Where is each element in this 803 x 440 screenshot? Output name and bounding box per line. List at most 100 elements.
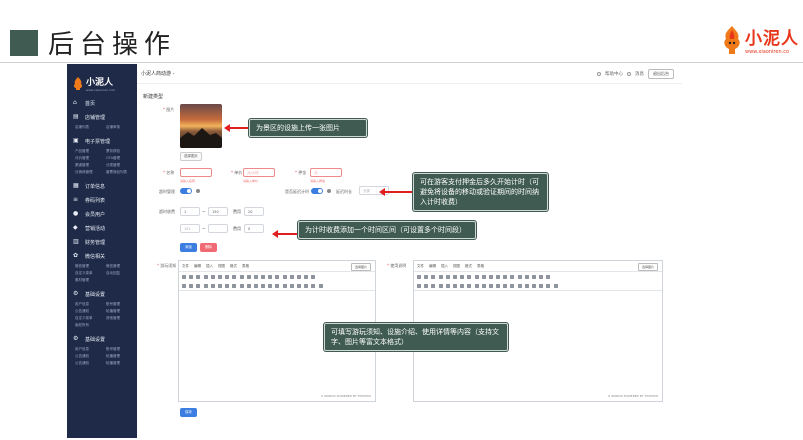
- editor-divider: [179, 271, 375, 272]
- mascot-icon: [724, 25, 740, 54]
- sidebar-subitem[interactable]: 评价管理: [75, 156, 106, 161]
- editor-toolbar-row1[interactable]: [182, 274, 372, 279]
- sidebar-item-label: 财务管理: [85, 239, 106, 246]
- editor-menu-item[interactable]: 格式: [230, 264, 237, 269]
- topbar-actions: 帮助中心 消息 退出后台: [597, 69, 674, 79]
- brand-logo: 小泥人 www.xiaoniren.co: [721, 24, 799, 55]
- price-error: 请输入单价: [243, 179, 259, 183]
- sidebar-subitem[interactable]: 轮播管理: [106, 354, 137, 359]
- sidebar-item[interactable]: ▥ 财务管理: [67, 235, 137, 249]
- editor-menu: 文件 编辑 插入 视图 格式 表格: [417, 264, 484, 269]
- editor-menu-item[interactable]: 视图: [218, 264, 225, 269]
- sidebar-item[interactable]: ✿ 微信相关: [67, 249, 137, 263]
- editor-menu-item[interactable]: 编辑: [429, 264, 436, 269]
- sidebar-subitem[interactable]: 公告通知: [75, 361, 106, 366]
- editor-menu-item[interactable]: 表格: [477, 264, 484, 269]
- timeout-toggle[interactable]: [180, 188, 192, 194]
- help-icon[interactable]: [327, 189, 331, 193]
- sidebar-subitem[interactable]: 公告通知: [75, 309, 106, 314]
- editor-menu-item[interactable]: 文件: [182, 264, 189, 269]
- menu-icon: ⌂: [73, 99, 77, 106]
- sidebar-subitems: 微信管理 微信管理 自定义菜单 自动回复 素材管理: [67, 264, 137, 283]
- sidebar-item[interactable]: ≡ 券码列表: [67, 193, 137, 207]
- delay-toggle[interactable]: [311, 188, 323, 194]
- sidebar-subitem[interactable]: 账号管理: [106, 302, 137, 307]
- callout-deposit: 可在游客支付押金后多久开始计时（可避免将设备的移动或验证期间的时间纳入计时收费）: [413, 173, 548, 211]
- sidebar-logo-url: www.xiaoniren.com: [86, 88, 116, 92]
- choose-image-button[interactable]: 选择图片: [180, 152, 202, 161]
- sidebar-subitem[interactable]: 其他管理: [106, 316, 137, 321]
- editor-divider: [414, 290, 662, 291]
- sidebar-item[interactable]: ⌂ 首页: [67, 96, 137, 110]
- breadcrumb[interactable]: 小泥人商动游 -: [141, 70, 174, 77]
- sidebar-subitem[interactable]: 店铺审核: [106, 125, 137, 130]
- name-input[interactable]: [180, 168, 212, 177]
- sidebar-item[interactable]: ⚙ 基础设置: [67, 287, 137, 301]
- sidebar-subitem[interactable]: 店铺列表: [75, 125, 106, 130]
- sidebar-subitem[interactable]: 产品管理: [75, 149, 106, 154]
- help-icon[interactable]: [196, 189, 200, 193]
- sidebar-subitem[interactable]: 套票商品列表: [106, 170, 137, 175]
- sidebar-subitem[interactable]: 版权所有: [75, 323, 106, 328]
- sidebar-subitem[interactable]: 渠道管理: [75, 163, 106, 168]
- sidebar-subitem[interactable]: 票务核验: [106, 149, 137, 154]
- mascot-icon: [73, 77, 83, 90]
- sidebar-item[interactable]: ● 会员用户: [67, 207, 137, 221]
- editor-toolbar-row2[interactable]: [417, 283, 659, 288]
- editor-footer: 0 WORDS POWERED BY TINYMCE: [321, 394, 371, 398]
- editor-menu-item[interactable]: 文件: [417, 264, 424, 269]
- editor-menu-item[interactable]: 插入: [206, 264, 213, 269]
- usage-label: * 使用说明: [387, 263, 407, 268]
- slide-title: 后台操作: [48, 30, 177, 60]
- sidebar-subitem[interactable]: 分类管理: [106, 163, 137, 168]
- sidebar-subitem[interactable]: 微信管理: [75, 264, 106, 269]
- sidebar-subitem[interactable]: 轮播管理: [106, 309, 137, 314]
- message-icon[interactable]: [627, 72, 631, 76]
- sidebar-subitem[interactable]: 轮播管理: [106, 361, 137, 366]
- help-link[interactable]: 帮助中心: [605, 71, 623, 77]
- sidebar-subitem[interactable]: 素材管理: [75, 278, 106, 283]
- editor-menu-item[interactable]: 格式: [465, 264, 472, 269]
- editor-toolbar-row1[interactable]: [417, 274, 659, 279]
- intro-label: * 游玩须知: [157, 263, 177, 268]
- fee-label: 超时收费: [159, 209, 175, 214]
- sidebar-subitem[interactable]: 账号管理: [106, 347, 137, 352]
- help-icon[interactable]: [597, 72, 601, 76]
- sidebar-item-label: 订单信息: [85, 183, 106, 190]
- sidebar-item[interactable]: ▤ 店铺管理: [67, 110, 137, 124]
- sidebar-item[interactable]: ⚙ 基础设置: [67, 332, 137, 346]
- editor-menu-item[interactable]: 编辑: [194, 264, 201, 269]
- price-input[interactable]: 元/小时: [243, 168, 275, 177]
- interval2-fee-input[interactable]: 0: [244, 224, 264, 233]
- sidebar-item[interactable]: ◆ 营销活动: [67, 221, 137, 235]
- editor-toolbar-row2[interactable]: [182, 283, 372, 288]
- delete-interval-button[interactable]: 删除: [200, 243, 217, 252]
- sidebar-subitem[interactable]: 分销商管理: [75, 170, 106, 175]
- editor-menu-item[interactable]: 插入: [441, 264, 448, 269]
- interval2-to-input[interactable]: [208, 224, 228, 233]
- editor-image-select[interactable]: 选择图片: [637, 263, 658, 271]
- editor-menu-item[interactable]: 表格: [242, 264, 249, 269]
- deposit-input[interactable]: 元: [310, 168, 342, 177]
- logout-button[interactable]: 退出后台: [648, 69, 674, 79]
- sidebar-item[interactable]: ▣ 电子票管理: [67, 134, 137, 148]
- interval1-fee-input[interactable]: 20: [244, 207, 264, 216]
- sidebar-subitem[interactable]: 用户信息: [75, 302, 106, 307]
- sidebar-subitem[interactable]: OTA管理: [106, 156, 137, 161]
- add-interval-button[interactable]: 添加: [180, 243, 197, 252]
- sidebar-subitem[interactable]: 自定义菜单: [75, 271, 106, 276]
- editor-image-select[interactable]: 选择图片: [350, 263, 371, 271]
- interval2-from-input[interactable]: 151: [180, 224, 200, 233]
- sidebar-item[interactable]: ▦ 订单信息: [67, 179, 137, 193]
- interval1-to-input[interactable]: 150: [208, 207, 228, 216]
- menu-icon: ▣: [73, 137, 79, 144]
- sidebar-subitem[interactable]: 用户信息: [75, 347, 106, 352]
- sidebar-subitem[interactable]: 自动回复: [106, 271, 137, 276]
- save-button[interactable]: 保存: [180, 408, 197, 417]
- interval1-from-input[interactable]: 1: [180, 207, 200, 216]
- sidebar-subitem[interactable]: 微信管理: [106, 264, 137, 269]
- sidebar-subitem[interactable]: 公告通知: [75, 354, 106, 359]
- editor-menu-item[interactable]: 视图: [453, 264, 460, 269]
- messages-link[interactable]: 消息: [635, 71, 644, 77]
- sidebar-subitem[interactable]: 自定义菜单: [75, 316, 106, 321]
